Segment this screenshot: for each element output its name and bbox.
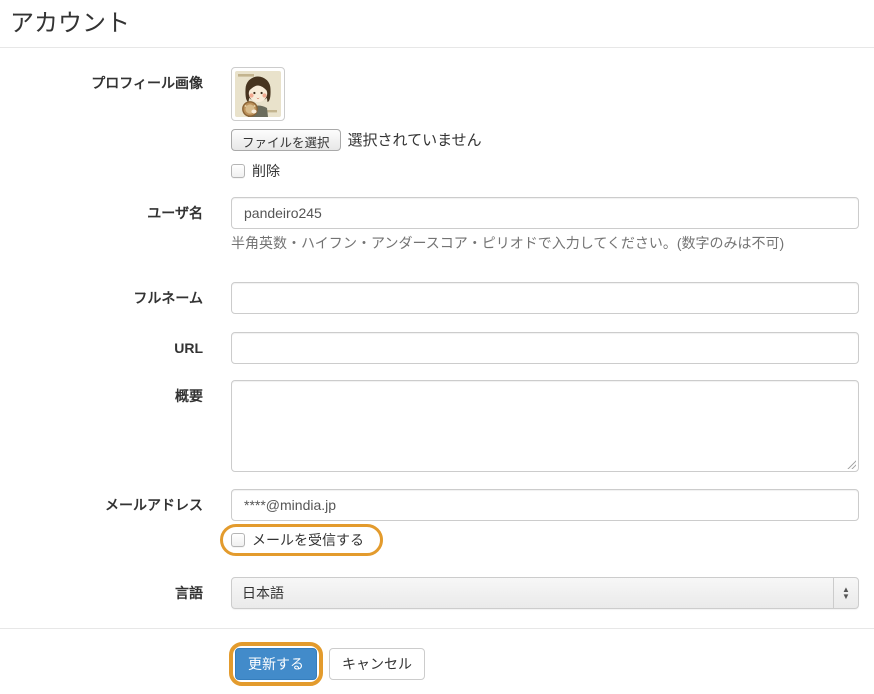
account-form: プロフィール画像: [0, 67, 874, 686]
username-input[interactable]: [231, 197, 859, 229]
email-input[interactable]: [231, 489, 859, 521]
update-button[interactable]: 更新する: [235, 648, 317, 680]
receive-mail-checkbox[interactable]: [231, 533, 245, 547]
username-help-text: 半角英数・ハイフン・アンダースコア・ピリオドで入力してください。(数字のみは不可…: [231, 234, 859, 252]
file-select-button[interactable]: ファイルを選択: [231, 129, 341, 151]
annotation-highlight-ring: 更新する: [229, 642, 323, 686]
avatar: [231, 67, 285, 121]
annotation-highlight-ring: メールを受信する: [220, 524, 383, 556]
form-group-url: URL: [0, 332, 874, 364]
delete-image-checkbox-row[interactable]: 削除: [231, 161, 280, 181]
form-group-email: メールアドレス メールを受信する: [0, 489, 874, 556]
summary-textarea[interactable]: [231, 380, 859, 472]
title-divider: [0, 47, 874, 48]
username-label: ユーザ名: [0, 197, 203, 222]
delete-image-label: 削除: [252, 161, 280, 181]
page-title: アカウント: [10, 10, 874, 38]
summary-label: 概要: [0, 380, 203, 405]
form-group-summary: 概要: [0, 380, 874, 472]
email-label: メールアドレス: [0, 489, 203, 514]
receive-mail-checkbox-row[interactable]: メールを受信する: [231, 530, 364, 550]
file-status-text: 選択されていません: [348, 129, 482, 150]
delete-image-checkbox[interactable]: [231, 164, 245, 178]
url-input[interactable]: [231, 332, 859, 364]
language-select[interactable]: 日本語: [231, 577, 859, 609]
fullname-input[interactable]: [231, 282, 859, 314]
receive-mail-label: メールを受信する: [252, 530, 364, 550]
form-actions: 更新する キャンセル: [229, 642, 874, 686]
form-group-username: ユーザ名 半角英数・ハイフン・アンダースコア・ピリオドで入力してください。(数字…: [0, 197, 874, 252]
language-label: 言語: [0, 577, 203, 602]
profile-avatar-image: [235, 71, 281, 117]
account-settings-page: アカウント プロフィール画像: [0, 10, 874, 686]
form-group-profile-image: プロフィール画像: [0, 67, 874, 181]
profile-image-label: プロフィール画像: [0, 67, 203, 92]
fullname-label: フルネーム: [0, 282, 203, 307]
form-group-language: 言語 日本語 ▲ ▼: [0, 577, 874, 609]
form-group-fullname: フルネーム: [0, 282, 874, 314]
cancel-button[interactable]: キャンセル: [329, 648, 425, 680]
url-label: URL: [0, 332, 203, 357]
actions-divider: [0, 628, 874, 629]
file-upload-row: ファイルを選択 選択されていません: [231, 129, 859, 151]
